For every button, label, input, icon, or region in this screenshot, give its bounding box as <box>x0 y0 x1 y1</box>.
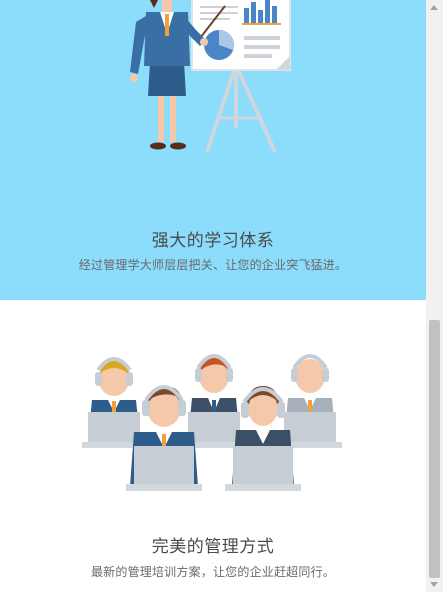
call-center-team-illustration <box>82 354 342 491</box>
feature-title: 强大的学习体系 <box>151 231 275 251</box>
scrollbar-thumb[interactable] <box>429 320 440 578</box>
feature-title: 完美的管理方式 <box>151 537 275 557</box>
scroll-down-arrow-icon[interactable] <box>430 582 438 587</box>
vertical-scrollbar[interactable] <box>426 0 443 592</box>
feature-description: 经过管理学大师层层把关、让您的企业突飞猛进。 <box>78 258 348 272</box>
feature-section-management: 完美的管理方式 最新的管理培训方案，让您的企业赶超同行。 <box>0 300 426 592</box>
scroll-up-arrow-icon[interactable] <box>430 5 438 10</box>
feature-description: 最新的管理培训方案，让您的企业赶超同行。 <box>90 565 335 579</box>
presenter-chart-illustration <box>130 0 291 153</box>
feature-section-learning: 强大的学习体系 经过管理学大师层层把关、让您的企业突飞猛进。 <box>0 0 426 300</box>
page: 强大的学习体系 经过管理学大师层层把关、让您的企业突飞猛进。 完美的管理方式 最… <box>0 0 426 592</box>
